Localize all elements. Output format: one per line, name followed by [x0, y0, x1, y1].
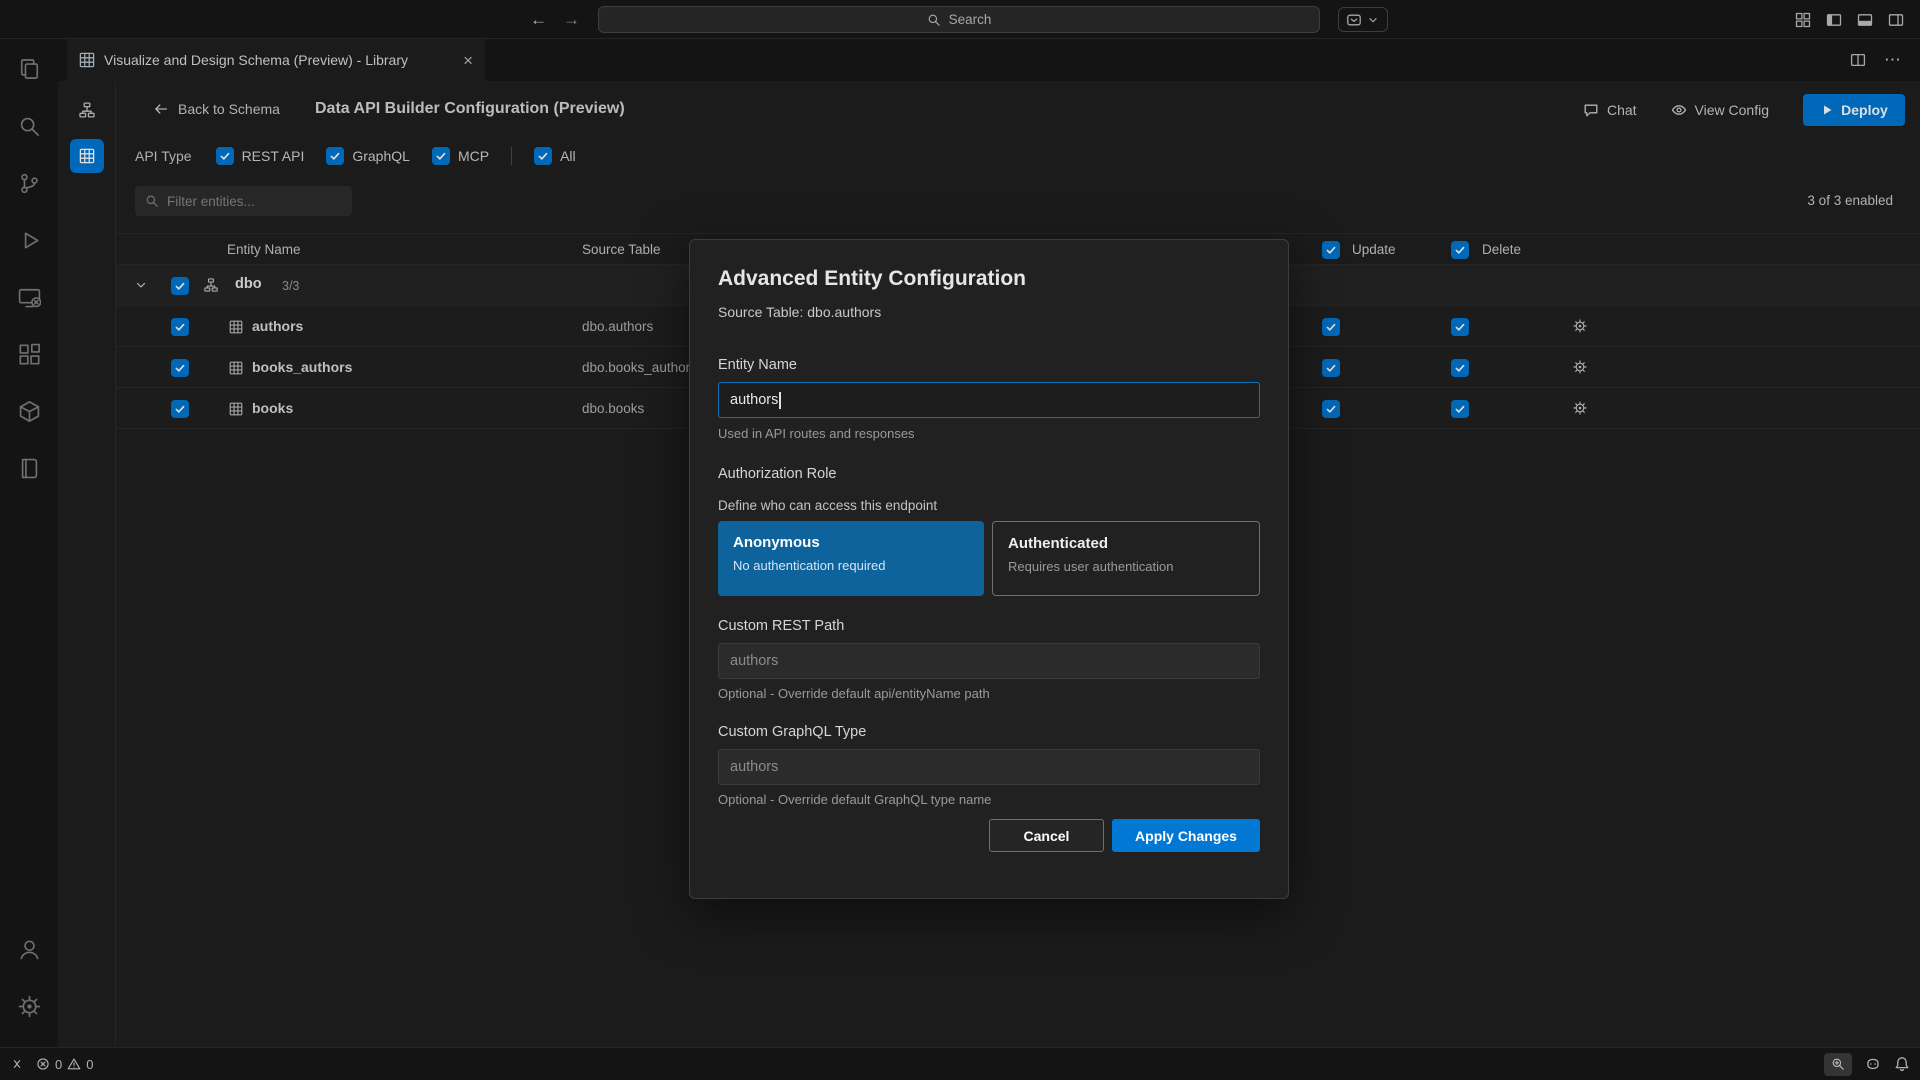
- text-caret: [779, 392, 781, 409]
- custom-rest-path-label: Custom REST Path: [718, 618, 1260, 634]
- entity-name-input[interactable]: authors: [718, 382, 1260, 418]
- dialog-title: Advanced Entity Configuration: [718, 267, 1260, 291]
- custom-rest-path-input[interactable]: [718, 643, 1260, 679]
- entity-name-help: Used in API routes and responses: [718, 426, 1260, 441]
- apply-changes-button[interactable]: Apply Changes: [1112, 819, 1260, 852]
- role-card-authenticated[interactable]: Authenticated Requires user authenticati…: [992, 521, 1260, 596]
- advanced-entity-configuration-dialog: Advanced Entity Configuration Source Tab…: [689, 239, 1289, 899]
- dialog-source-table: Source Table: dbo.authors: [718, 304, 1260, 320]
- custom-graphql-type-label: Custom GraphQL Type: [718, 724, 1260, 740]
- authorization-role-label: Authorization Role: [718, 466, 1260, 482]
- custom-graphql-type-help: Optional - Override default GraphQL type…: [718, 792, 1260, 807]
- authorization-role-help: Define who can access this endpoint: [718, 498, 1260, 513]
- custom-rest-path-help: Optional - Override default api/entityNa…: [718, 686, 1260, 701]
- custom-graphql-type-input[interactable]: [718, 749, 1260, 785]
- role-card-anonymous[interactable]: Anonymous No authentication required: [718, 521, 984, 596]
- cancel-button[interactable]: Cancel: [989, 819, 1104, 852]
- entity-name-label: Entity Name: [718, 357, 1260, 373]
